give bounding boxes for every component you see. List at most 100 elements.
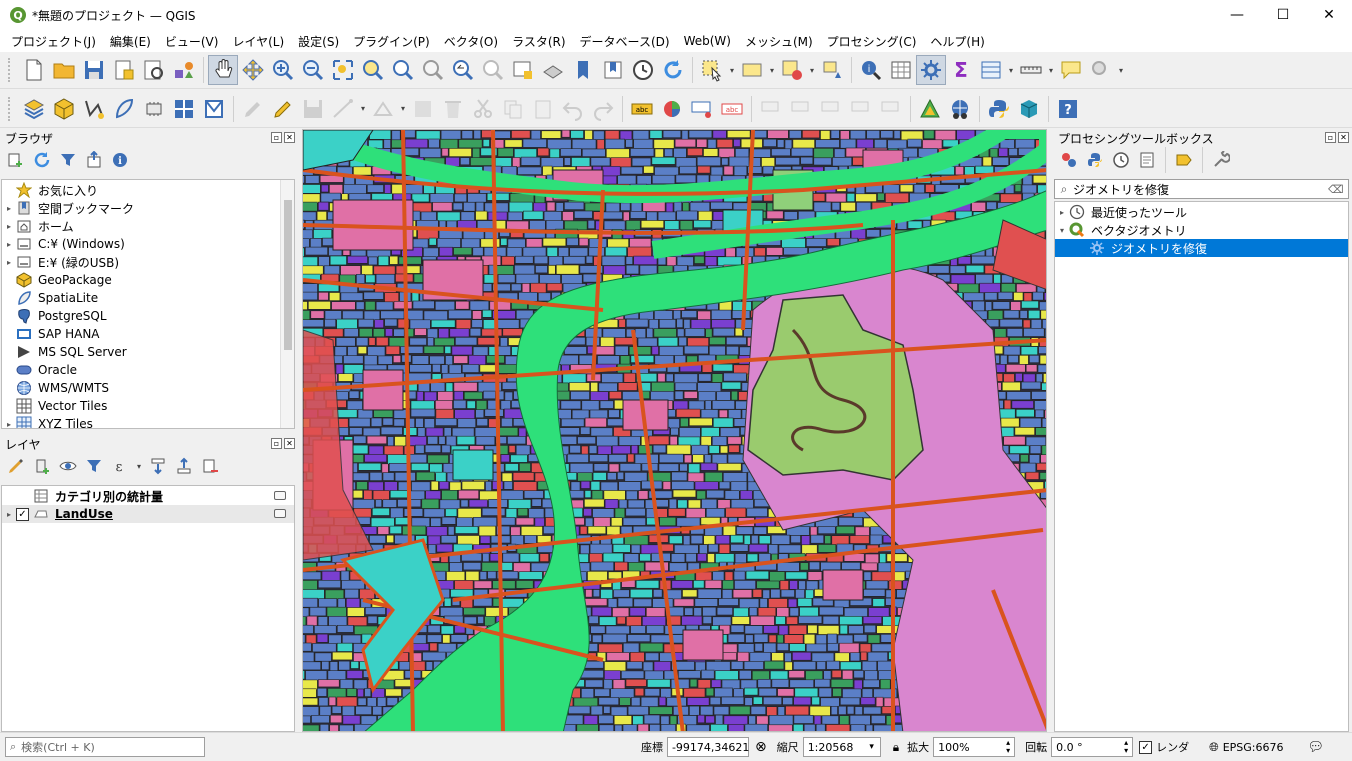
magnifier-field[interactable]: 100% ▴ ▾: [933, 737, 1016, 757]
open-project-icon[interactable]: [49, 55, 79, 85]
add-group-icon[interactable]: [30, 455, 54, 477]
zoom-in-icon[interactable]: [268, 55, 298, 85]
chevron-down-icon[interactable]: ▾: [864, 742, 880, 752]
menu-help[interactable]: ヘルプ(H): [923, 33, 991, 50]
minimize-button[interactable]: —: [1214, 0, 1260, 30]
spinner-icon[interactable]: ▴ ▾: [1120, 739, 1132, 755]
menu-edit[interactable]: 編集(E): [103, 33, 158, 50]
chevron-down-icon[interactable]: ▾: [727, 66, 737, 75]
processing-toolbox-icon[interactable]: [916, 55, 946, 85]
save-edits-icon[interactable]: [298, 94, 328, 124]
zoom-to-selection-icon[interactable]: [358, 55, 388, 85]
menu-settings[interactable]: 設定(S): [291, 33, 346, 50]
browser-item[interactable]: Oracle: [2, 361, 294, 379]
cut-features-icon[interactable]: [468, 94, 498, 124]
browser-item[interactable]: お気に入り: [2, 181, 294, 199]
locator-icon[interactable]: [1086, 55, 1116, 85]
new-temp-layer-icon[interactable]: [169, 94, 199, 124]
close-panel-button[interactable]: ✕: [284, 132, 295, 143]
3d-cube-icon[interactable]: [1014, 94, 1044, 124]
open-styling-icon[interactable]: [4, 455, 28, 477]
new-map-view-icon[interactable]: [508, 55, 538, 85]
expand-arrow-icon[interactable]: ▸: [2, 420, 16, 429]
chevron-down-icon[interactable]: ▾: [398, 104, 408, 113]
redo-icon[interactable]: [588, 94, 618, 124]
new-spatialite-icon[interactable]: [109, 94, 139, 124]
expand-arrow-icon[interactable]: ▸: [2, 510, 16, 519]
collapse-all-icon[interactable]: [172, 455, 196, 477]
expand-arrow-icon[interactable]: ▸: [2, 240, 16, 249]
layer-style-indicator-icon[interactable]: [274, 509, 286, 518]
menu-database[interactable]: データベース(D): [573, 33, 677, 50]
spinner-icon[interactable]: ▴ ▾: [1002, 739, 1014, 755]
messages-icon[interactable]: 💬︎: [1307, 740, 1324, 755]
pan-map-icon[interactable]: [208, 55, 238, 85]
pin-labels-icon[interactable]: [687, 94, 717, 124]
new-project-icon[interactable]: [19, 55, 49, 85]
browser-item[interactable]: Vector Tiles: [2, 397, 294, 415]
label-properties-icon[interactable]: [876, 94, 906, 124]
deselect-all-icon[interactable]: [777, 55, 807, 85]
browser-item[interactable]: PostgreSQL: [2, 307, 294, 325]
zoom-next-icon[interactable]: [478, 55, 508, 85]
remove-layer-icon[interactable]: [198, 455, 222, 477]
profile-tool-icon[interactable]: [915, 94, 945, 124]
filter-icon[interactable]: [56, 149, 80, 171]
info-icon[interactable]: i: [108, 149, 132, 171]
browser-item[interactable]: SpatiaLite: [2, 289, 294, 307]
models-icon[interactable]: [1057, 149, 1081, 171]
extents-toggle-icon[interactable]: ⊗: [755, 739, 767, 755]
menu-web[interactable]: Web(W): [677, 34, 738, 48]
browser-item[interactable]: ▸ 空間ブックマーク: [2, 199, 294, 217]
refresh-icon[interactable]: [658, 55, 688, 85]
new-3d-view-icon[interactable]: [538, 55, 568, 85]
crs-button[interactable]: EPSG:6676: [1223, 741, 1284, 754]
processing-item[interactable]: ▾ ベクタジオメトリ: [1055, 221, 1348, 239]
new-print-layout-icon[interactable]: [109, 55, 139, 85]
select-by-value-icon[interactable]: [737, 55, 767, 85]
move-diagram-icon[interactable]: [846, 94, 876, 124]
close-panel-button[interactable]: ✕: [284, 438, 295, 449]
processing-search-field[interactable]: ⌕ ジオメトリを修復 ⌫: [1054, 179, 1349, 199]
menu-raster[interactable]: ラスタ(R): [505, 33, 572, 50]
new-shapefile-icon[interactable]: [79, 94, 109, 124]
chevron-down-icon[interactable]: ▾: [807, 66, 817, 75]
render-checkbox[interactable]: ✓: [1139, 740, 1153, 754]
measure-line-icon[interactable]: [1016, 55, 1046, 85]
rotate-label-icon[interactable]: [786, 94, 816, 124]
quickmapservices-icon[interactable]: [945, 94, 975, 124]
menu-layer[interactable]: レイヤ(L): [225, 33, 291, 50]
undo-icon[interactable]: [558, 94, 588, 124]
modify-attributes-icon[interactable]: [408, 94, 438, 124]
chevron-down-icon[interactable]: ▾: [1046, 66, 1056, 75]
new-mesh-layer-icon[interactable]: [199, 94, 229, 124]
browser-item[interactable]: GeoPackage: [2, 271, 294, 289]
manage-visibility-icon[interactable]: [56, 455, 80, 477]
browser-item[interactable]: SAP HANA: [2, 325, 294, 343]
layer-visibility-checkbox[interactable]: ✓: [16, 507, 29, 521]
zoom-last-icon[interactable]: [448, 55, 478, 85]
diagram-icon[interactable]: [657, 94, 687, 124]
expand-arrow-icon[interactable]: ▸: [1055, 208, 1069, 217]
vertex-tool-icon[interactable]: [368, 94, 398, 124]
statistics-icon[interactable]: Σ: [946, 55, 976, 85]
close-button[interactable]: ✕: [1306, 0, 1352, 30]
copy-features-icon[interactable]: [498, 94, 528, 124]
browser-item[interactable]: WMS/WMTS: [2, 379, 294, 397]
rotation-field[interactable]: 0.0 ° ▴ ▾: [1051, 737, 1134, 757]
results-viewer-icon[interactable]: [1135, 149, 1159, 171]
processing-item[interactable]: ▸ 最近使ったツール: [1055, 203, 1348, 221]
history-icon[interactable]: [1109, 149, 1133, 171]
processing-item[interactable]: ジオメトリを修復: [1055, 239, 1348, 257]
add-layer-icon[interactable]: [4, 149, 28, 171]
collapse-all-icon[interactable]: [82, 149, 106, 171]
map-canvas[interactable]: [302, 129, 1047, 732]
delete-selected-icon[interactable]: [438, 94, 468, 124]
menu-project[interactable]: プロジェクト(J): [4, 33, 103, 50]
options-icon[interactable]: [1209, 149, 1233, 171]
select-by-location-icon[interactable]: [817, 55, 847, 85]
browser-item[interactable]: MS SQL Server: [2, 343, 294, 361]
save-project-icon[interactable]: [79, 55, 109, 85]
toggle-editing-icon[interactable]: [268, 94, 298, 124]
map-tips-icon[interactable]: [1056, 55, 1086, 85]
